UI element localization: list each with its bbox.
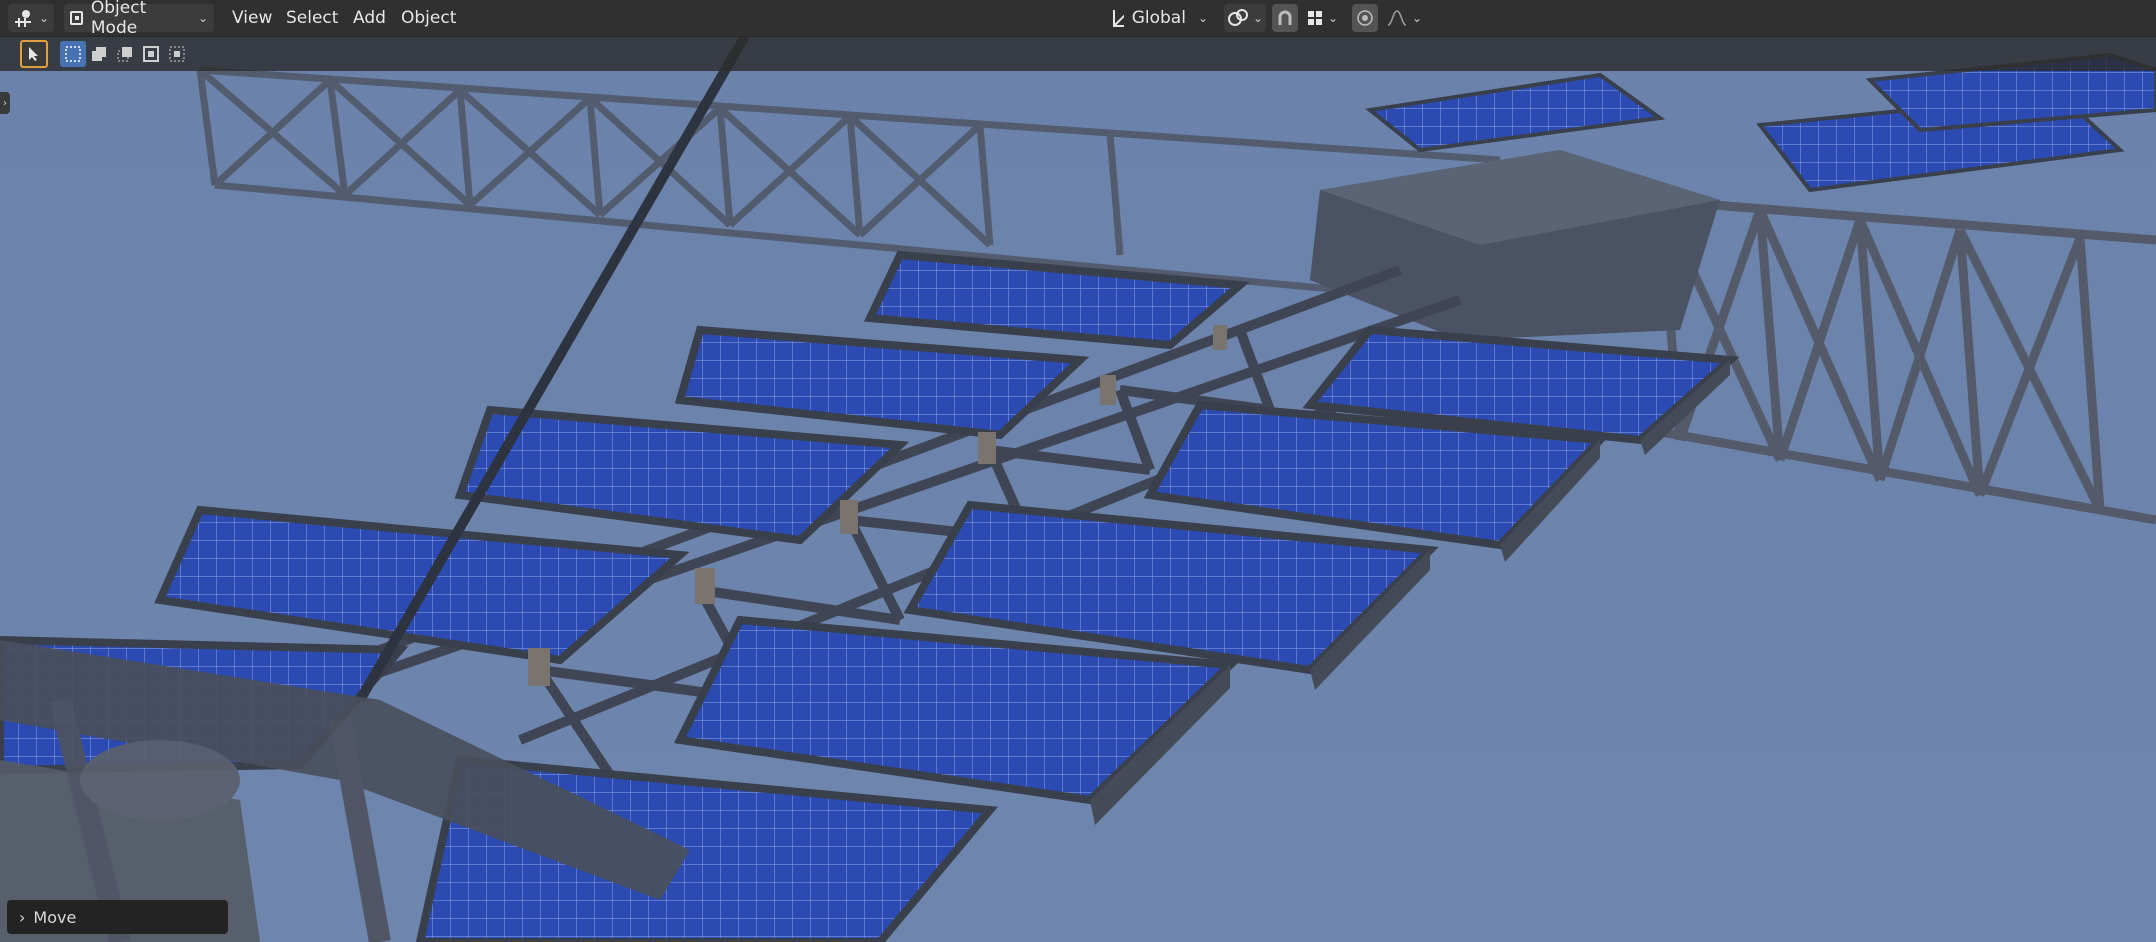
- last-operator-panel[interactable]: › Move: [7, 900, 228, 934]
- falloff-dropdown[interactable]: ⌄: [1384, 4, 1424, 32]
- select-mode-subtract-button[interactable]: [112, 41, 138, 67]
- viewport-header: ⌄ Object Mode ⌄ View Select Add Object G…: [0, 0, 2156, 38]
- orientation-axes-icon: [1113, 10, 1124, 27]
- last-operator-label: Move: [33, 907, 77, 927]
- cursor-select-icon: [29, 47, 38, 61]
- proportional-edit-icon: [1357, 10, 1373, 26]
- select-intersect-icon: [169, 46, 185, 62]
- object-editor-icon: [14, 10, 31, 27]
- chevron-down-icon: ⌄: [1411, 11, 1423, 25]
- chevron-down-icon: ⌄: [1327, 11, 1339, 25]
- select-extend-icon: [92, 47, 106, 61]
- mode-dropdown[interactable]: Object Mode ⌄: [64, 0, 214, 38]
- chevron-down-icon: ⌄: [1197, 11, 1208, 25]
- select-mode-extend-button[interactable]: [86, 41, 112, 67]
- select-invert-icon: [143, 46, 159, 62]
- chevron-down-icon: ⌄: [1252, 11, 1264, 25]
- object-mode-icon: [70, 11, 83, 25]
- chevron-right-icon: ›: [19, 907, 26, 927]
- chevron-down-icon: ⌄: [38, 11, 50, 25]
- menu-object[interactable]: Object: [393, 4, 464, 32]
- snap-increment-icon: [1307, 11, 1322, 25]
- 3d-viewport[interactable]: [0, 0, 2156, 942]
- tool-settings-bar: [0, 37, 2156, 71]
- select-mode-invert-button[interactable]: [138, 41, 164, 67]
- editor-type-dropdown[interactable]: ⌄: [8, 4, 54, 32]
- snap-element-dropdown[interactable]: ⌄: [1302, 4, 1342, 32]
- proportional-edit-toggle[interactable]: [1352, 4, 1378, 32]
- menu-add[interactable]: Add: [345, 4, 394, 32]
- select-new-icon: [65, 46, 81, 62]
- select-tool-button[interactable]: [20, 40, 48, 68]
- pivot-point-dropdown[interactable]: ⌄: [1224, 4, 1266, 32]
- snap-magnet-icon: [1278, 10, 1292, 25]
- chevron-down-icon: ⌄: [197, 11, 208, 25]
- orientation-label: Global: [1131, 8, 1186, 28]
- select-mode-new-button[interactable]: [60, 41, 86, 67]
- snap-toggle[interactable]: [1272, 4, 1298, 32]
- menu-view[interactable]: View: [224, 4, 280, 32]
- select-mode-intersect-button[interactable]: [164, 41, 190, 67]
- menu-select[interactable]: Select: [278, 4, 346, 32]
- viewport-scene: [0, 0, 2156, 942]
- pivot-link-icon: [1227, 9, 1248, 26]
- transform-orientation-dropdown[interactable]: Global ⌄: [1104, 4, 1214, 32]
- mode-label: Object Mode: [90, 0, 147, 38]
- select-subtract-icon: [117, 47, 132, 62]
- toolbar-expand-icon[interactable]: ›: [0, 92, 10, 114]
- falloff-curve-icon: [1387, 10, 1407, 26]
